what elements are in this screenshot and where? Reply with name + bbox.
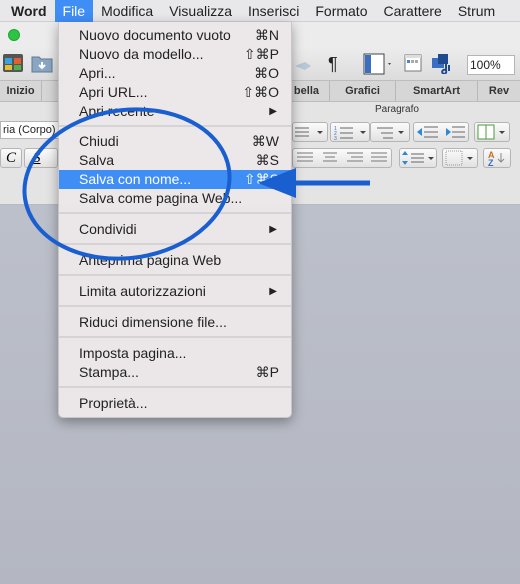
- pilcrow-icon[interactable]: ¶: [328, 52, 344, 76]
- menu-word[interactable]: Word: [0, 0, 55, 22]
- menu-separator: [59, 336, 291, 338]
- tab-revisione[interactable]: Rev: [478, 81, 520, 101]
- zoom-field[interactable]: 100%: [467, 55, 515, 75]
- toolbox-icon[interactable]: [403, 52, 423, 76]
- menu-item-riduci-dimensione[interactable]: Riduci dimensione file...: [59, 313, 291, 332]
- menu-item-label: Condividi: [79, 221, 137, 237]
- menu-item-label: Nuovo documento vuoto: [79, 27, 231, 43]
- svg-text:3: 3: [334, 136, 337, 141]
- menu-item-label: Salva come pagina Web...: [79, 190, 243, 206]
- underline-button[interactable]: S: [24, 148, 58, 168]
- gallery-icon[interactable]: [2, 52, 24, 76]
- menu-separator: [59, 243, 291, 245]
- menu-item-salva-con-nome[interactable]: Salva con nome... ⇧⌘S: [59, 170, 291, 189]
- bullets-button[interactable]: [292, 122, 328, 142]
- columns-button[interactable]: [474, 122, 510, 142]
- menu-formato[interactable]: Formato: [307, 0, 375, 22]
- line-spacing-button[interactable]: [399, 148, 437, 168]
- menu-item-limita-autorizzazioni[interactable]: Limita autorizzazioni ▶: [59, 282, 291, 301]
- submenu-arrow-icon: ▶: [269, 106, 277, 117]
- menu-item-salva-pagina-web[interactable]: Salva come pagina Web...: [59, 189, 291, 208]
- menu-bar: Word File Modifica Visualizza Inserisci …: [0, 0, 520, 22]
- italic-button[interactable]: C: [0, 148, 22, 168]
- menu-item-label: Anteprima pagina Web: [79, 252, 222, 268]
- menu-item-imposta-pagina[interactable]: Imposta pagina...: [59, 344, 291, 363]
- shortcut-label: ⌘S: [255, 152, 279, 168]
- menu-modifica[interactable]: Modifica: [93, 0, 161, 22]
- shortcut-label: ⌘N: [254, 27, 279, 43]
- file-menu: Nuovo documento vuoto ⌘N Nuovo da modello…: [58, 22, 292, 418]
- shortcut-label: ⌘P: [255, 364, 279, 380]
- redo-icon[interactable]: [293, 52, 313, 76]
- shortcut-label: ⌘W: [251, 133, 279, 149]
- menu-carattere[interactable]: Carattere: [375, 0, 449, 22]
- tab-inizio[interactable]: Inizio: [0, 81, 42, 101]
- menu-item-label: Imposta pagina...: [79, 345, 187, 361]
- tab-grafici[interactable]: Grafici: [330, 81, 396, 101]
- menu-item-label: Apri URL...: [79, 84, 148, 100]
- menu-item-apri[interactable]: Apri... ⌘O: [59, 64, 291, 83]
- alignment-buttons[interactable]: [292, 148, 392, 168]
- tab-smartart[interactable]: SmartArt: [396, 81, 478, 101]
- borders-button[interactable]: [442, 148, 478, 168]
- indent-buttons[interactable]: [413, 122, 469, 142]
- menu-item-nuovo-documento[interactable]: Nuovo documento vuoto ⌘N: [59, 26, 291, 45]
- submenu-arrow-icon: ▶: [269, 286, 277, 297]
- shortcut-label: ⌘O: [254, 65, 279, 81]
- menu-separator: [59, 212, 291, 214]
- menu-file[interactable]: File: [54, 0, 94, 22]
- media-browser-icon[interactable]: [431, 52, 453, 76]
- menu-item-label: Apri recente: [79, 103, 155, 119]
- menu-item-label: Stampa...: [79, 364, 139, 380]
- shortcut-label: ⇧⌘S: [243, 171, 279, 187]
- open-folder-icon[interactable]: [30, 52, 53, 76]
- menu-item-condividi[interactable]: Condividi ▶: [59, 220, 291, 239]
- menu-item-apri-url[interactable]: Apri URL... ⇧⌘O: [59, 83, 291, 102]
- menu-item-stampa[interactable]: Stampa... ⌘P: [59, 363, 291, 382]
- menu-separator: [59, 305, 291, 307]
- zoom-window-button[interactable]: [8, 29, 20, 41]
- multilevel-list-button[interactable]: [370, 122, 410, 142]
- menu-item-chiudi[interactable]: Chiudi ⌘W: [59, 132, 291, 151]
- sort-button[interactable]: AZ: [483, 148, 511, 168]
- paragraph-group-label: Paragrafo: [375, 104, 419, 115]
- menu-strumenti[interactable]: Strum: [450, 0, 503, 22]
- menu-separator: [59, 274, 291, 276]
- menu-separator: [59, 386, 291, 388]
- menu-item-salva[interactable]: Salva ⌘S: [59, 151, 291, 170]
- menu-item-label: Riduci dimensione file...: [79, 314, 227, 330]
- menu-item-nuovo-da-modello[interactable]: Nuovo da modello... ⇧⌘P: [59, 45, 291, 64]
- numbering-button[interactable]: 123: [330, 122, 370, 142]
- menu-item-proprieta[interactable]: Proprietà...: [59, 394, 291, 413]
- menu-item-label: Apri...: [79, 65, 116, 81]
- shortcut-label: ⇧⌘P: [243, 46, 279, 62]
- menu-item-label: Salva con nome...: [79, 171, 192, 187]
- menu-item-label: Limita autorizzazioni: [79, 283, 206, 299]
- menu-inserisci[interactable]: Inserisci: [240, 0, 307, 22]
- menu-item-apri-recente[interactable]: Apri recente ▶: [59, 102, 291, 121]
- menu-item-anteprima-web[interactable]: Anteprima pagina Web: [59, 251, 291, 270]
- menu-visualizza[interactable]: Visualizza: [161, 0, 240, 22]
- menu-item-label: Proprietà...: [79, 395, 148, 411]
- submenu-arrow-icon: ▶: [269, 224, 277, 235]
- menu-item-label: Nuovo da modello...: [79, 46, 204, 62]
- shortcut-label: ⇧⌘O: [242, 84, 279, 100]
- sidebar-view-icon[interactable]: [362, 52, 392, 76]
- menu-item-label: Chiudi: [79, 133, 119, 149]
- menu-separator: [59, 125, 291, 127]
- font-name-field[interactable]: ria (Corpo): [0, 121, 60, 139]
- menu-item-label: Salva: [79, 152, 115, 168]
- svg-text:Z: Z: [488, 158, 494, 167]
